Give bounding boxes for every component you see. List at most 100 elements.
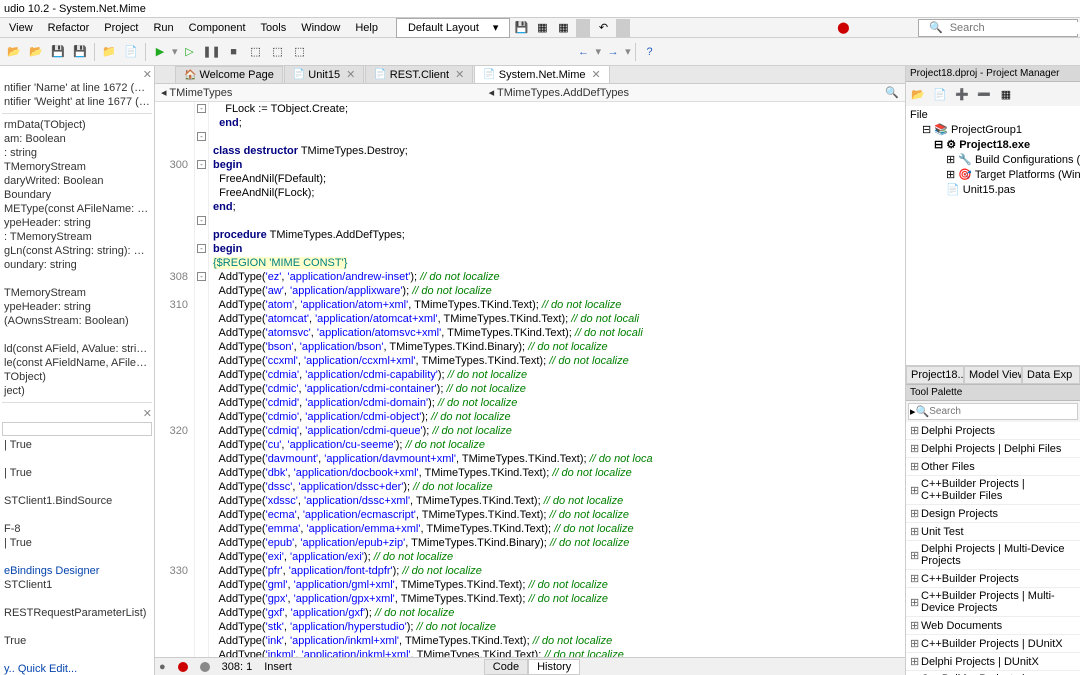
folder-icon[interactable]: 📁 [99, 42, 119, 62]
structure-item[interactable]: ypeHeader: string [2, 216, 152, 230]
menu-view[interactable]: View [2, 20, 40, 36]
pm-tab-project[interactable]: Project18.... [906, 366, 964, 384]
undo-layout-icon[interactable]: ↶ [593, 18, 613, 38]
new-icon[interactable]: 📄 [121, 42, 141, 62]
pm-add-icon[interactable]: ➕ [952, 84, 972, 104]
expand-icon[interactable]: ⊞ [910, 484, 918, 497]
structure-item[interactable]: gLn(const AString: string): string [2, 244, 152, 258]
expand-icon[interactable]: ⊞ [910, 655, 918, 668]
code-content[interactable]: FLock := TObject.Create; end; class dest… [209, 102, 905, 657]
palette-category[interactable]: ⊞C++Builder Projects [906, 570, 1080, 588]
structure-item[interactable]: oundary: string [2, 258, 152, 272]
palette-category[interactable]: ⊞C++Builder Projects | DUnitX [906, 635, 1080, 653]
palette-category[interactable]: ⊞Web Documents [906, 617, 1080, 635]
pm-build[interactable]: ⊞ 🔧 Build Configurations (Debug) [908, 152, 1078, 167]
pm-tree[interactable]: File ⊟ 📚 ProjectGroup1 ⊟ ⚙ Project18.exe… [906, 106, 1080, 366]
palette-category[interactable]: ⊞C++Builder Projects | C++Builder Files [906, 476, 1080, 505]
search-icon[interactable]: 🔍 [885, 86, 899, 99]
palette-search-input[interactable] [929, 406, 1076, 417]
tab-code[interactable]: Code [484, 659, 528, 675]
expand-icon[interactable]: ⊞ [910, 507, 918, 520]
palette-category[interactable]: ⊞Delphi Projects | Delphi Files [906, 440, 1080, 458]
open-icon-2[interactable]: 📂 [26, 42, 46, 62]
structure-item[interactable]: ject) [2, 384, 152, 398]
rec-red-icon[interactable] [178, 662, 188, 672]
expand-icon[interactable]: ⊞ [910, 549, 918, 562]
pm-tab-data[interactable]: Data Exp [1022, 366, 1080, 384]
step-out-icon[interactable]: ⬚ [290, 42, 310, 62]
save-icon[interactable]: 💾 [48, 42, 68, 62]
nav-right[interactable]: ◂ TMimeTypes.AddDefTypes [489, 86, 629, 99]
expand-icon[interactable]: ⊞ [910, 637, 918, 650]
property-item[interactable]: F-8 [2, 522, 152, 536]
structure-item[interactable]: : TMemoryStream [2, 230, 152, 244]
nav-left[interactable]: ◂ TMimeTypes [161, 86, 232, 99]
saveall-icon[interactable]: 💾 [70, 42, 90, 62]
layout-icon-2[interactable]: ▦ [553, 18, 573, 38]
pm-remove-icon[interactable]: ➖ [974, 84, 994, 104]
expand-icon[interactable]: ⊞ [910, 572, 918, 585]
pm-tab-model[interactable]: Model View [964, 366, 1022, 384]
property-item[interactable]: RESTRequestParameterList) [2, 606, 152, 620]
palette-category[interactable]: ⊞Delphi Projects [906, 422, 1080, 440]
structure-item[interactable]: TObject) [2, 370, 152, 384]
property-item[interactable] [2, 648, 152, 662]
property-item[interactable]: | True [2, 438, 152, 452]
stop-debug-icon[interactable]: ■ [224, 42, 244, 62]
nav-back-icon[interactable]: ← [574, 42, 594, 62]
save-layout-icon[interactable]: 💾 [511, 18, 531, 38]
expand-icon[interactable]: ⊞ [910, 619, 918, 632]
structure-item[interactable]: am: Boolean [2, 132, 152, 146]
palette-list[interactable]: ⊞Delphi Projects⊞Delphi Projects | Delph… [906, 422, 1080, 675]
nav-back-dropdown-icon[interactable]: ▾ [596, 45, 602, 58]
expand-icon[interactable]: ⊞ [910, 442, 918, 455]
filter-input[interactable] [2, 422, 152, 436]
structure-item[interactable]: daryWrited: Boolean [2, 174, 152, 188]
open-icon[interactable]: 📂 [4, 42, 24, 62]
menu-tools[interactable]: Tools [254, 20, 294, 36]
code-editor[interactable]: 300 308 310 320 330 340 ------ FLock := … [155, 102, 905, 657]
search-input[interactable] [950, 22, 1080, 34]
pm-new-icon[interactable]: 📄 [930, 84, 950, 104]
structure-item[interactable]: METype(const AFileName: string): string [2, 202, 152, 216]
tab-history[interactable]: History [528, 659, 580, 675]
structure-item[interactable]: ld(const AField, AValue: string) [2, 342, 152, 356]
macro-rec-icon[interactable]: ● [159, 661, 166, 673]
fold-gutter[interactable]: ------ [195, 102, 209, 657]
structure-item[interactable]: (AOwnsStream: Boolean) [2, 314, 152, 328]
close-icon[interactable]: ✕ [592, 68, 601, 81]
run-nodebug-icon[interactable]: ▷ [180, 42, 200, 62]
property-item[interactable]: True [2, 634, 152, 648]
pause-icon[interactable]: ❚❚ [202, 42, 222, 62]
step-into-icon[interactable]: ⬚ [268, 42, 288, 62]
stop-icon[interactable]: ⬤ [833, 18, 853, 38]
menu-refactor[interactable]: Refactor [41, 20, 97, 36]
structure-item[interactable]: Boundary [2, 188, 152, 202]
property-item[interactable]: | True [2, 466, 152, 480]
close-icon[interactable]: ✕ [346, 68, 355, 81]
property-item[interactable] [2, 508, 152, 522]
menu-window[interactable]: Window [294, 20, 347, 36]
structure-item[interactable]: le(const AFieldName, AFilePath: string) [2, 356, 152, 370]
property-item[interactable] [2, 550, 152, 564]
property-item[interactable]: eBindings Designer [2, 564, 152, 578]
palette-category[interactable]: ⊞Delphi Projects | DUnitX [906, 653, 1080, 671]
expand-icon[interactable]: ⊞ [910, 525, 918, 538]
property-item[interactable] [2, 592, 152, 606]
structure-item[interactable]: TMemoryStream [2, 160, 152, 174]
close-icon[interactable]: ✕ [2, 407, 152, 420]
layout-combo[interactable]: Default Layout▾ [396, 18, 510, 38]
palette-category[interactable]: ⊞Unit Test [906, 523, 1080, 541]
run-dropdown-icon[interactable]: ▾ [172, 45, 178, 58]
structure-item[interactable] [2, 328, 152, 342]
tab-mime[interactable]: 📄 System.Net.Mime✕ [474, 65, 609, 83]
property-item[interactable]: STClient1 [2, 578, 152, 592]
palette-category[interactable]: ⊞C++Builder Projects | DataSnap Server [906, 671, 1080, 675]
menu-run[interactable]: Run [146, 20, 180, 36]
pm-open-icon[interactable]: 📂 [908, 84, 928, 104]
property-item[interactable]: | True [2, 536, 152, 550]
pm-group[interactable]: ⊟ 📚 ProjectGroup1 [908, 122, 1078, 137]
error-item[interactable]: ntifier 'Weight' at line 1677 (1677:28) [2, 95, 152, 109]
pm-view-icon[interactable]: ▦ [996, 84, 1016, 104]
tab-unit15[interactable]: 📄 Unit15✕ [284, 65, 364, 83]
